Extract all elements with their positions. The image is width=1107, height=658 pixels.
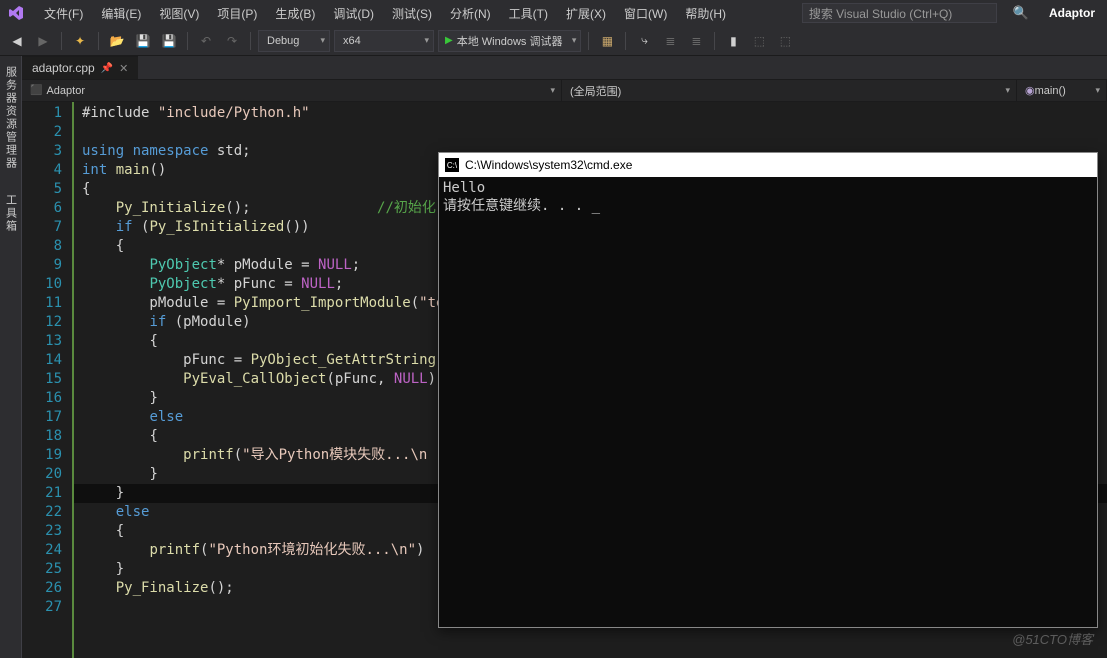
toolbar-icon-4: ⬚	[774, 30, 796, 52]
save-all-icon[interactable]: 💾	[158, 30, 180, 52]
code-line[interactable]: #include "include/Python.h"	[74, 104, 1107, 123]
menu-item[interactable]: 窗口(W)	[616, 2, 675, 25]
document-tabs: adaptor.cpp 📌 ✕	[22, 56, 1107, 80]
debug-start-button[interactable]: ▶本地 Windows 调试器	[438, 30, 581, 52]
nav-func-dropdown[interactable]: ◉ main()	[1017, 80, 1107, 101]
search-icon[interactable]: 🔍	[1013, 5, 1029, 21]
bookmark-icon[interactable]: ▮	[722, 30, 744, 52]
code-line[interactable]	[74, 123, 1107, 142]
undo-icon[interactable]: ↶	[195, 30, 217, 52]
new-item-icon[interactable]: ✦	[69, 30, 91, 52]
navigation-bar: ⬛Adaptor (全局范围) ◉ main()	[22, 80, 1107, 102]
sidebar-toolbox[interactable]: 工具箱	[1, 188, 21, 239]
line-gutter: 1234567891011121314151617181920212223242…	[22, 102, 72, 658]
config-dropdown[interactable]: Debug	[258, 30, 330, 52]
menu-item[interactable]: 编辑(E)	[93, 2, 149, 25]
menu-item[interactable]: 工具(T)	[501, 2, 556, 25]
menu-items: 文件(F)编辑(E)视图(V)项目(P)生成(B)调试(D)测试(S)分析(N)…	[36, 2, 734, 25]
indent-left-icon: ≣	[659, 30, 681, 52]
menu-item[interactable]: 项目(P)	[209, 2, 265, 25]
close-icon[interactable]: ✕	[119, 62, 128, 75]
console-window[interactable]: C:\ C:\Windows\system32\cmd.exe Hello 请按…	[438, 152, 1098, 628]
menu-item[interactable]: 测试(S)	[384, 2, 440, 25]
pin-icon[interactable]: 📌	[101, 63, 113, 74]
cmd-icon: C:\	[445, 158, 459, 172]
tab-active[interactable]: adaptor.cpp 📌 ✕	[22, 56, 138, 79]
side-strip: 服务器资源管理器 工具箱	[0, 56, 22, 658]
menu-item[interactable]: 分析(N)	[442, 2, 499, 25]
menu-bar: 文件(F)编辑(E)视图(V)项目(P)生成(B)调试(D)测试(S)分析(N)…	[0, 0, 1107, 26]
menu-item[interactable]: 扩展(X)	[558, 2, 614, 25]
sidebar-server-explorer[interactable]: 服务器资源管理器	[1, 60, 21, 176]
save-icon[interactable]: 💾	[132, 30, 154, 52]
nav-member-dropdown[interactable]: (全局范围)	[562, 80, 1017, 101]
menu-item[interactable]: 生成(B)	[267, 2, 323, 25]
search-input[interactable]: 搜索 Visual Studio (Ctrl+Q)	[802, 3, 997, 23]
menu-item[interactable]: 视图(V)	[151, 2, 207, 25]
redo-icon[interactable]: ↷	[221, 30, 243, 52]
console-titlebar[interactable]: C:\ C:\Windows\system32\cmd.exe	[439, 153, 1097, 177]
toolbar-icon-2[interactable]: ⤷	[633, 30, 655, 52]
app-title: Adaptor	[1049, 6, 1095, 20]
menu-item[interactable]: 文件(F)	[36, 2, 91, 25]
platform-dropdown[interactable]: x64	[334, 30, 434, 52]
toolbar-icon-1[interactable]: ▦	[596, 30, 618, 52]
indent-right-icon: ≣	[685, 30, 707, 52]
nav-forward-icon: ▶	[32, 30, 54, 52]
nav-scope-dropdown[interactable]: ⬛Adaptor	[22, 80, 562, 101]
menu-item[interactable]: 帮助(H)	[677, 2, 734, 25]
toolbar: ◀ ▶ ✦ 📂 💾 💾 ↶ ↷ Debug x64 ▶本地 Windows 调试…	[0, 26, 1107, 56]
vs-logo-icon	[4, 1, 28, 25]
console-output: Hello 请按任意键继续. . . _	[439, 177, 1097, 627]
nav-back-icon[interactable]: ◀	[6, 30, 28, 52]
watermark: @51CTO博客	[1012, 629, 1093, 648]
tab-label: adaptor.cpp	[32, 61, 95, 75]
toolbar-icon-3: ⬚	[748, 30, 770, 52]
console-title: C:\Windows\system32\cmd.exe	[465, 158, 632, 172]
menu-item[interactable]: 调试(D)	[325, 2, 382, 25]
open-icon[interactable]: 📂	[106, 30, 128, 52]
